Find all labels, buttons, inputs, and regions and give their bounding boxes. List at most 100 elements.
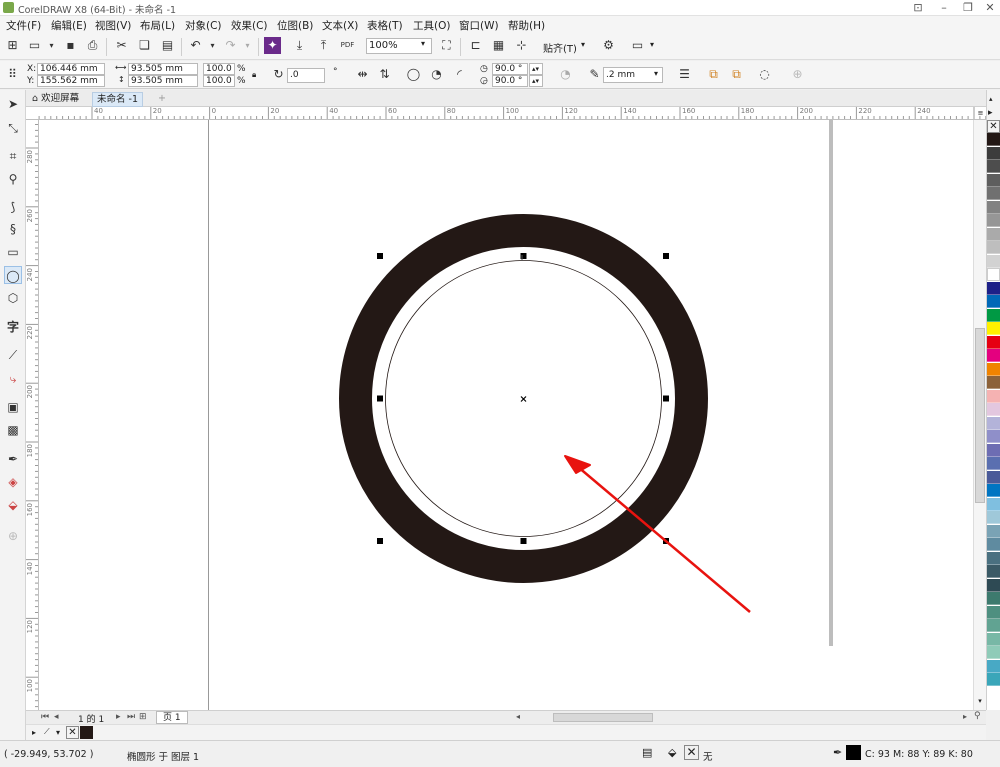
color-swatch[interactable]: [987, 457, 1000, 470]
doc-no-color-swatch-icon[interactable]: ✕: [66, 726, 79, 739]
change-direction-icon[interactable]: ◔: [557, 66, 574, 83]
menu-view[interactable]: 视图(V): [95, 18, 131, 33]
horizontal-ruler[interactable]: 40 20 0 20 40 60 80 100 120 140 160 180 200 220 240: [38, 107, 986, 120]
doc-color-swatch[interactable]: [80, 726, 93, 739]
import-icon[interactable]: ⤓: [291, 37, 308, 54]
color-swatch[interactable]: [987, 659, 1000, 673]
open-dropdown-icon[interactable]: ▾: [43, 37, 60, 54]
last-page-icon[interactable]: ⏭: [127, 712, 135, 722]
vertical-scroll-thumb[interactable]: [975, 328, 985, 503]
smart-fill-icon[interactable]: ⬙: [4, 496, 22, 514]
start-angle-spinner[interactable]: ▴▾: [529, 63, 543, 75]
color-swatch[interactable]: [987, 308, 1000, 322]
color-swatch[interactable]: [987, 241, 1000, 254]
palette-menu-icon[interactable]: ▸: [988, 108, 993, 118]
redo-dropdown-icon[interactable]: ▾: [239, 37, 256, 54]
start-angle-field[interactable]: 90.0 °: [492, 63, 528, 75]
menu-edit[interactable]: 编辑(E): [51, 18, 87, 33]
polygon-tool-icon[interactable]: ⬡: [4, 289, 22, 307]
color-swatch[interactable]: [987, 268, 1000, 281]
outline-width-dropdown-icon[interactable]: ▾: [654, 69, 658, 78]
menu-help[interactable]: 帮助(H): [508, 18, 545, 33]
pick-tool-icon[interactable]: ➤: [4, 95, 22, 113]
redo-icon[interactable]: ↷: [222, 37, 239, 54]
undo-dropdown-icon[interactable]: ▾: [204, 37, 221, 54]
menu-layout[interactable]: 布局(L): [140, 18, 175, 33]
add-tool-icon[interactable]: ⊕: [4, 527, 22, 545]
new-tab-icon[interactable]: +: [154, 92, 170, 107]
parallel-dimension-icon[interactable]: ⟋: [4, 346, 22, 364]
zoom-dropdown-icon[interactable]: ▾: [421, 39, 425, 48]
connector-tool-icon[interactable]: ⤷: [4, 370, 22, 388]
color-swatch[interactable]: [987, 511, 1000, 524]
scroll-left-icon[interactable]: ◂: [516, 712, 520, 721]
width-field[interactable]: 93.505 mm: [128, 63, 198, 75]
mirror-vertical-icon[interactable]: ⇅: [376, 66, 393, 83]
snap-to-dropdown[interactable]: 贴齐(T): [543, 40, 577, 55]
snap-dropdown-icon[interactable]: ▾: [581, 40, 585, 49]
artistic-media-icon[interactable]: §: [4, 220, 22, 238]
first-page-icon[interactable]: ⏮: [41, 712, 49, 722]
add-page-icon[interactable]: ⊞: [139, 712, 147, 722]
application-launcher-icon[interactable]: ▭: [629, 37, 646, 54]
eyedropper-icon[interactable]: ✒: [4, 450, 22, 468]
doc-palette-dropdown-icon[interactable]: ▾: [56, 728, 60, 737]
close-icon[interactable]: ✕: [983, 1, 997, 14]
eyedropper-small-icon[interactable]: ⟋: [44, 727, 50, 737]
color-swatch[interactable]: [987, 673, 1000, 686]
zoom-tool-icon[interactable]: ⚲: [4, 170, 22, 188]
freehand-tool-icon[interactable]: ⟆: [4, 198, 22, 216]
convert-to-curves-icon[interactable]: ◌: [756, 66, 773, 83]
color-swatch[interactable]: [987, 200, 1000, 214]
color-swatch[interactable]: [987, 484, 1000, 497]
fill-bucket-icon[interactable]: ⬙: [668, 746, 676, 759]
color-swatch[interactable]: [987, 254, 1000, 268]
color-swatch[interactable]: [987, 443, 1000, 457]
menu-text[interactable]: 文本(X): [322, 18, 358, 33]
prev-page-icon[interactable]: ◂: [54, 712, 59, 722]
vertical-ruler[interactable]: 28026024022020018016014012010080: [26, 120, 39, 710]
restore-account-icon[interactable]: ⊡: [911, 1, 925, 14]
color-swatch[interactable]: [987, 187, 1000, 200]
cut-icon[interactable]: ✂: [113, 37, 130, 54]
color-swatch[interactable]: [987, 227, 1000, 241]
zoom-small-icon[interactable]: ⚲: [974, 711, 981, 721]
outline-pen-status-icon[interactable]: ✒: [833, 746, 842, 759]
full-screen-icon[interactable]: ⛶: [438, 37, 455, 54]
object-origin-icon[interactable]: ⠿: [4, 66, 21, 83]
new-document-icon[interactable]: ⊞: [4, 37, 21, 54]
ellipse-tool-icon[interactable]: ◯: [4, 266, 22, 284]
menu-file[interactable]: 文件(F): [6, 18, 41, 33]
open-folder-icon[interactable]: ▭: [26, 37, 43, 54]
maximize-icon[interactable]: ❐: [961, 1, 975, 14]
color-swatch[interactable]: [987, 470, 1000, 484]
menu-bitmap[interactable]: 位图(B): [277, 18, 313, 33]
paste-icon[interactable]: ▤: [159, 37, 176, 54]
color-swatch[interactable]: [987, 173, 1000, 187]
shape-tool-icon[interactable]: ⤡: [4, 119, 22, 137]
color-swatch[interactable]: [987, 214, 1000, 227]
color-swatch[interactable]: [987, 335, 1000, 349]
color-swatch[interactable]: [987, 349, 1000, 362]
copy-icon[interactable]: ❏: [136, 37, 153, 54]
show-grid-icon[interactable]: ▦: [490, 37, 507, 54]
drop-shadow-icon[interactable]: ▣: [4, 398, 22, 416]
lock-ratio-icon[interactable]: 🔒︎: [252, 70, 256, 80]
tab-untitled[interactable]: 未命名 -1: [92, 92, 143, 107]
pie-mode-icon[interactable]: ◔: [428, 66, 445, 83]
to-back-icon[interactable]: ⧉: [728, 66, 745, 83]
color-swatch[interactable]: [987, 133, 1000, 146]
export-icon[interactable]: ⤒: [315, 37, 332, 54]
search-content-icon[interactable]: ✦: [264, 37, 281, 54]
tab-welcome[interactable]: ⌂ 欢迎屏幕: [28, 92, 83, 107]
color-swatch[interactable]: [987, 281, 1000, 295]
color-swatch[interactable]: [987, 619, 1000, 632]
color-swatch[interactable]: [987, 362, 1000, 376]
launcher-dropdown-icon[interactable]: ▾: [650, 40, 654, 49]
color-swatch[interactable]: [987, 646, 1000, 659]
menu-window[interactable]: 窗口(W): [459, 18, 499, 33]
next-page-icon[interactable]: ▸: [116, 712, 121, 722]
publish-pdf-icon[interactable]: PDF: [339, 37, 356, 54]
scale-x-field[interactable]: 100.0: [203, 63, 235, 75]
menu-tools[interactable]: 工具(O): [413, 18, 450, 33]
